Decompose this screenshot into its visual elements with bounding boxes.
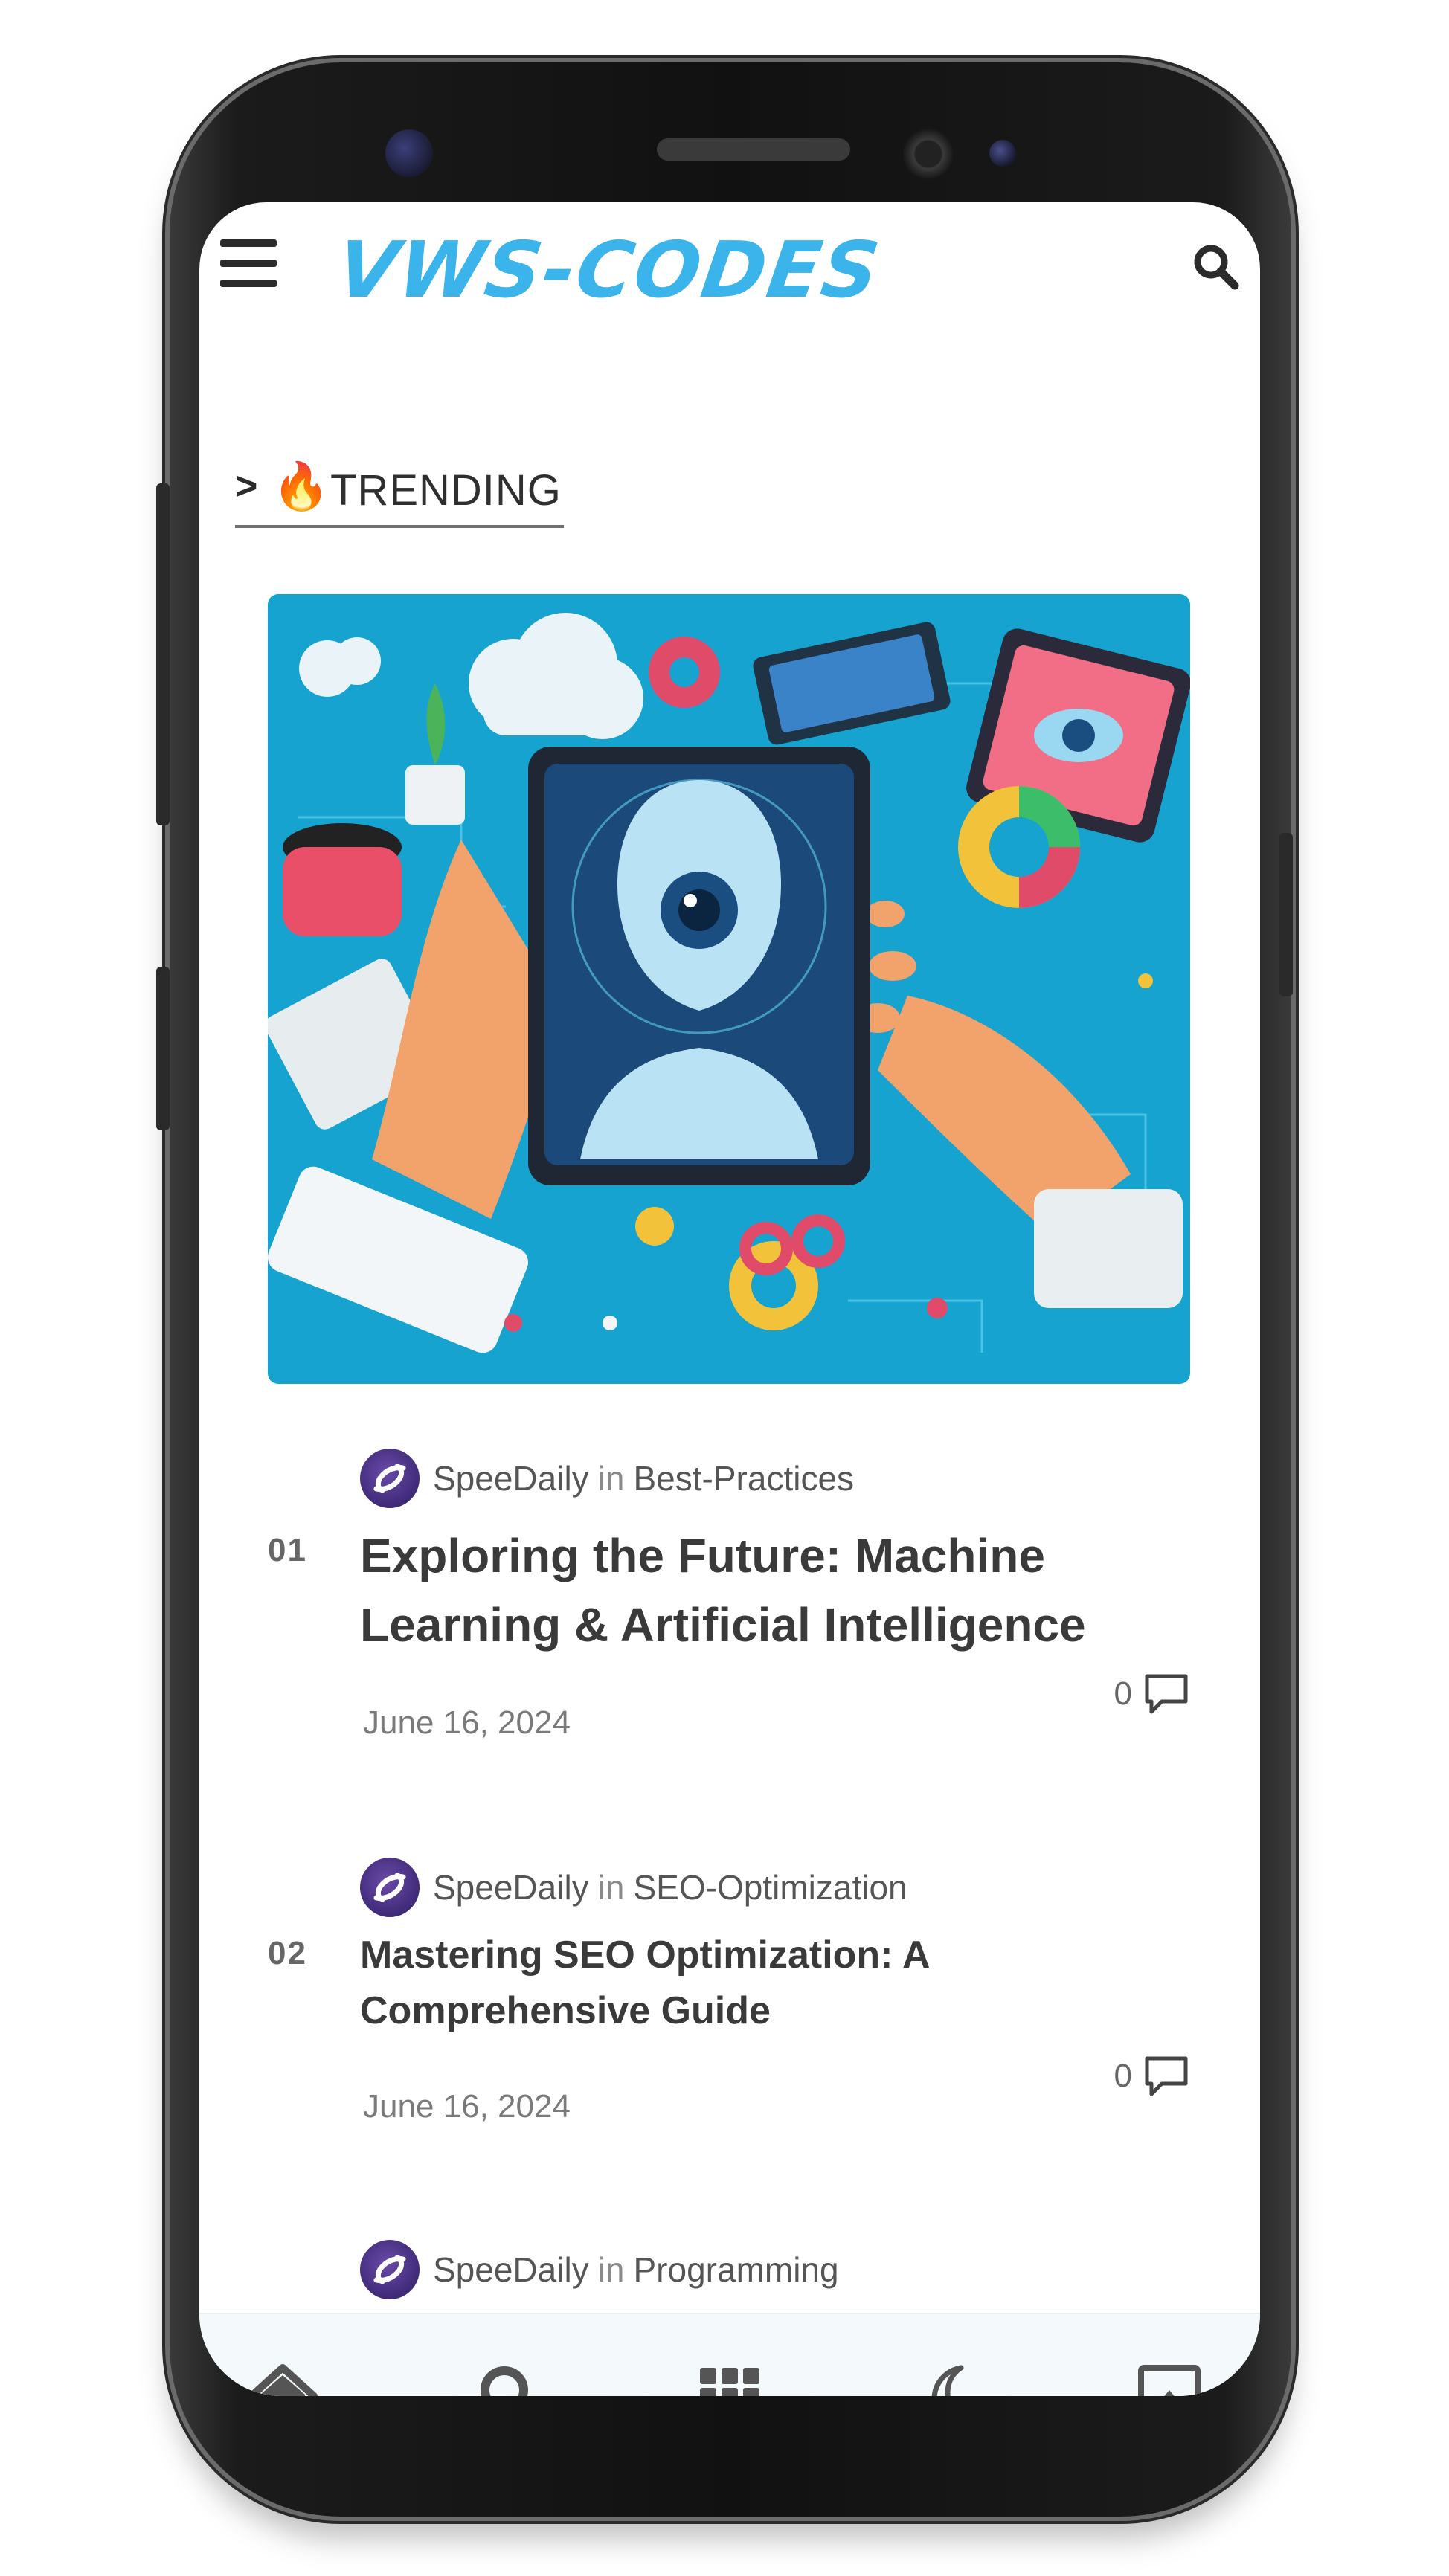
scroll-top-icon[interactable]	[1134, 2360, 1205, 2396]
post-author[interactable]: SpeeDaily	[433, 2250, 589, 2290]
avatar[interactable]	[360, 1858, 420, 1917]
post-author[interactable]: SpeeDaily	[433, 1458, 589, 1498]
post-category[interactable]: SEO-Optimization	[634, 1867, 907, 1907]
comment-icon	[1145, 1674, 1188, 1714]
post-author[interactable]: SpeeDaily	[433, 1867, 589, 1907]
front-camera-icon	[385, 129, 433, 177]
chevron-right-icon: >	[235, 465, 258, 508]
earpiece-speaker	[657, 138, 850, 161]
power-button	[1279, 833, 1293, 996]
sensor-icon	[989, 140, 1016, 167]
post-meta-in: in	[597, 1459, 625, 1498]
comment-icon	[1145, 2056, 1188, 2096]
hero-image[interactable]	[268, 594, 1190, 1384]
post-meta-in: in	[597, 1868, 625, 1907]
post-date: June 16, 2024	[363, 2088, 571, 2125]
post-title[interactable]: Exploring the Future: Machine Learning &…	[360, 1522, 1163, 1660]
post-title[interactable]: Mastering SEO Optimization: A Comprehens…	[360, 1928, 1163, 2040]
fire-icon: 🔥	[272, 461, 330, 512]
avatar[interactable]	[360, 2240, 420, 2299]
post-meta-in: in	[597, 2250, 625, 2289]
screen: VWS-CODES > 🔥 TRENDING SpeeDaily in Best…	[199, 202, 1260, 2396]
trending-label: TRENDING	[330, 466, 562, 515]
post-rank: 02	[268, 1935, 307, 1971]
grid-icon[interactable]	[694, 2360, 765, 2396]
camera-lens-icon	[902, 128, 954, 180]
post-meta: SpeeDaily in Best-Practices	[360, 1449, 854, 1508]
site-logo[interactable]: VWS-CODES	[331, 225, 885, 315]
comment-count[interactable]: 0	[1114, 1672, 1190, 1716]
post-meta: SpeeDaily in Programming	[360, 2240, 839, 2299]
volume-down-button	[156, 967, 170, 1130]
trending-heading: > 🔥 TRENDING	[235, 448, 564, 528]
post-date: June 16, 2024	[363, 1704, 571, 1741]
post-category[interactable]: Programming	[634, 2250, 839, 2290]
search-icon[interactable]	[475, 2360, 546, 2396]
moon-icon[interactable]	[915, 2360, 986, 2396]
hamburger-icon[interactable]	[220, 239, 277, 287]
comment-count-value: 0	[1114, 2058, 1132, 2094]
app-header: VWS-CODES	[199, 202, 1260, 321]
avatar[interactable]	[360, 1449, 420, 1508]
search-icon[interactable]	[1192, 242, 1239, 290]
comment-count[interactable]: 0	[1114, 2054, 1190, 2099]
post-rank: 01	[268, 1532, 307, 1568]
phone-frame: VWS-CODES > 🔥 TRENDING SpeeDaily in Best…	[170, 62, 1291, 2517]
post-category[interactable]: Best-Practices	[634, 1458, 855, 1498]
bottom-nav	[199, 2313, 1260, 2396]
volume-up-button	[156, 483, 170, 825]
comment-count-value: 0	[1114, 1675, 1132, 1712]
post-meta: SpeeDaily in SEO-Optimization	[360, 1858, 907, 1917]
home-icon[interactable]	[247, 2360, 318, 2396]
